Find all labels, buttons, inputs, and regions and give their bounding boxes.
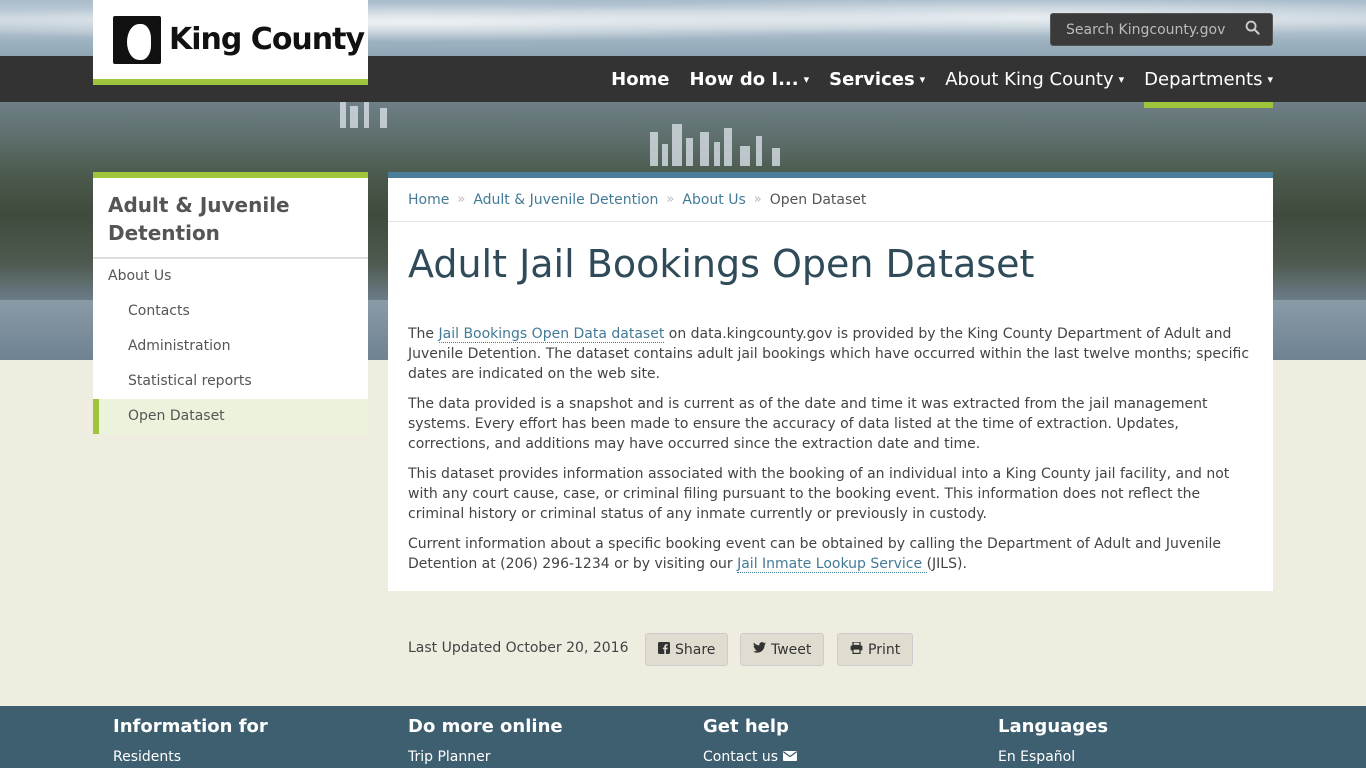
search-input[interactable] — [1066, 21, 1245, 38]
nav-home-label: Home — [611, 68, 670, 90]
paragraph-snapshot: The data provided is a snapshot and is c… — [408, 396, 1208, 452]
main-nav: Home How do I... ▾ Services ▾ About King C… — [591, 56, 1273, 108]
footer-col-do-more-online: Do more online Trip Planner — [408, 706, 563, 765]
sidebar-title[interactable]: Adult & Juvenile Detention — [93, 178, 368, 259]
sidebar-item-open-dataset[interactable]: Open Dataset — [93, 399, 368, 434]
paragraph-intro: The Jail Bookings Open Data dataset on d… — [408, 324, 1253, 384]
caret-down-icon: ▾ — [803, 72, 810, 86]
breadcrumb: Home » Adult & Juvenile Detention » Abou… — [388, 178, 1273, 222]
footer-link-contact-us[interactable]: Contact us — [703, 749, 798, 765]
last-updated: Last Updated October 20, 2016 — [408, 640, 629, 656]
footer-heading: Get help — [703, 716, 789, 737]
tweet-button-label: Tweet — [771, 641, 812, 658]
caret-down-icon: ▾ — [919, 72, 926, 86]
footer-heading: Information for — [113, 716, 268, 737]
main-content: Home » Adult & Juvenile Detention » Abou… — [388, 172, 1273, 591]
nav-services[interactable]: Services ▾ — [829, 56, 925, 102]
logo-link[interactable]: King County — [93, 0, 368, 85]
breadcrumb-separator: » — [753, 192, 762, 207]
footer-heading: Do more online — [408, 716, 563, 737]
footer-contact-label: Contact us — [703, 749, 779, 765]
print-button-label: Print — [868, 641, 901, 658]
nav-departments[interactable]: Departments ▾ — [1144, 56, 1273, 108]
logo-text: King County — [169, 22, 365, 57]
facebook-icon — [658, 641, 670, 658]
nav-how-do-i[interactable]: How do I... ▾ — [690, 56, 810, 102]
search-icon[interactable] — [1245, 20, 1260, 39]
breadcrumb-adult-juvenile-detention[interactable]: Adult & Juvenile Detention — [473, 192, 658, 208]
sidebar-item-about-us[interactable]: About Us — [93, 259, 368, 294]
paragraph-scope: This dataset provides information associ… — [408, 466, 1230, 522]
footer-col-information-for: Information for Residents — [113, 706, 268, 765]
breadcrumb-home[interactable]: Home — [408, 192, 449, 208]
footer-link-en-espanol[interactable]: En Español — [998, 749, 1108, 765]
footer-col-get-help: Get help Contact us — [703, 706, 798, 765]
share-button[interactable]: Share — [645, 633, 729, 666]
share-button-label: Share — [675, 641, 716, 658]
breadcrumb-about-us[interactable]: About Us — [682, 192, 745, 208]
breadcrumb-current: Open Dataset — [769, 191, 867, 208]
contact-text-post: (JILS). — [926, 556, 967, 572]
sidebar-item-contacts[interactable]: Contacts — [93, 294, 368, 329]
breadcrumb-separator: » — [457, 192, 466, 207]
print-icon — [850, 640, 863, 658]
article-body: The Jail Bookings Open Data dataset on d… — [388, 302, 1273, 574]
nav-departments-label: Departments — [1144, 68, 1263, 90]
nav-services-label: Services — [829, 68, 915, 90]
footer-link-trip-planner[interactable]: Trip Planner — [408, 749, 563, 765]
jail-inmate-lookup-link[interactable]: Jail Inmate Lookup Service — [737, 556, 927, 573]
footer-col-languages: Languages En Español — [998, 706, 1108, 765]
breadcrumb-separator: » — [666, 192, 675, 207]
caret-down-icon: ▾ — [1118, 72, 1125, 86]
sidebar-item-statistical-reports[interactable]: Statistical reports — [93, 364, 368, 399]
tweet-button[interactable]: Tweet — [740, 633, 825, 666]
nav-about-king-county[interactable]: About King County ▾ — [945, 56, 1124, 102]
sidebar-item-administration[interactable]: Administration — [93, 329, 368, 364]
site-footer: Information for Residents Do more online… — [0, 706, 1366, 768]
envelope-icon — [783, 749, 798, 765]
footer-heading: Languages — [998, 716, 1109, 737]
twitter-icon — [753, 642, 766, 657]
king-county-logo-icon — [113, 15, 161, 64]
nav-how-do-i-label: How do I... — [689, 68, 799, 90]
page-title: Adult Jail Bookings Open Dataset — [408, 242, 1035, 286]
sidebar: Adult & Juvenile Detention About Us Cont… — [93, 172, 368, 434]
print-button[interactable]: Print — [837, 633, 914, 666]
intro-text-pre: The — [408, 326, 439, 342]
caret-down-icon: ▾ — [1267, 72, 1273, 86]
nav-about-label: About King County — [945, 68, 1114, 90]
paragraph-contact: Current information about a specific boo… — [408, 534, 1253, 574]
nav-home[interactable]: Home — [611, 56, 669, 102]
jail-bookings-dataset-link[interactable]: Jail Bookings Open Data dataset — [438, 326, 665, 343]
search-box — [1050, 13, 1273, 46]
footer-link-residents[interactable]: Residents — [113, 749, 268, 765]
